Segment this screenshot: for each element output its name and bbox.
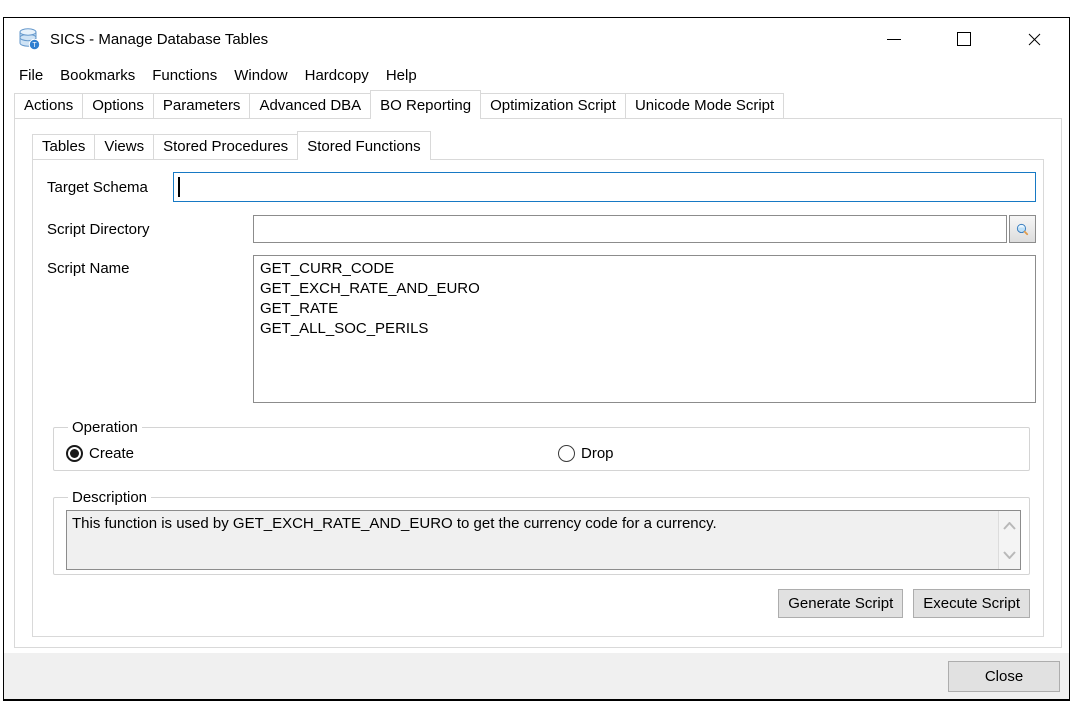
script-name-list[interactable]: GET_CURR_CODE GET_EXCH_RATE_AND_EURO GET… xyxy=(253,255,1036,403)
target-schema-row: Target Schema xyxy=(47,172,1036,202)
radio-unselected-icon xyxy=(558,445,575,462)
description-text: This function is used by GET_EXCH_RATE_A… xyxy=(67,511,1020,534)
minimize-button[interactable] xyxy=(859,18,929,60)
script-actions: Generate Script Execute Script xyxy=(47,589,1030,618)
operation-legend: Operation xyxy=(68,419,142,436)
subtab-views[interactable]: Views xyxy=(94,134,154,159)
script-directory-label: Script Directory xyxy=(47,221,253,238)
menu-help[interactable]: Help xyxy=(386,67,417,84)
execute-script-button[interactable]: Execute Script xyxy=(913,589,1030,618)
database-icon: T xyxy=(16,26,42,52)
window-controls xyxy=(859,18,1069,60)
operation-group: Operation Create Drop xyxy=(53,419,1030,471)
script-directory-input[interactable] xyxy=(253,215,1007,243)
bo-reporting-panel: Tables Views Stored Procedures Stored Fu… xyxy=(14,118,1062,648)
radio-drop[interactable]: Drop xyxy=(558,445,614,462)
description-group: Description This function is used by GET… xyxy=(53,489,1030,575)
menu-functions[interactable]: Functions xyxy=(152,67,217,84)
tab-parameters[interactable]: Parameters xyxy=(153,93,251,118)
window-title: SICS - Manage Database Tables xyxy=(50,31,268,48)
scroll-down-icon[interactable] xyxy=(1003,551,1016,559)
maximize-button[interactable] xyxy=(929,18,999,60)
close-button[interactable]: Close xyxy=(948,661,1060,692)
script-directory-row: Script Directory xyxy=(47,215,1036,243)
sub-tab-strip: Tables Views Stored Procedures Stored Fu… xyxy=(32,131,1061,159)
stored-functions-panel: Target Schema Script Directory xyxy=(32,159,1044,637)
browse-directory-button[interactable] xyxy=(1009,215,1036,243)
target-schema-label: Target Schema xyxy=(47,179,173,196)
scroll-up-icon[interactable] xyxy=(1003,522,1016,530)
menu-file[interactable]: File xyxy=(19,67,43,84)
tab-unicode-mode-script[interactable]: Unicode Mode Script xyxy=(625,93,784,118)
menu-hardcopy[interactable]: Hardcopy xyxy=(305,67,369,84)
generate-script-button[interactable]: Generate Script xyxy=(778,589,903,618)
app-window: T SICS - Manage Database Tables File Boo… xyxy=(3,17,1070,701)
close-window-button[interactable] xyxy=(999,18,1069,60)
list-item[interactable]: GET_ALL_SOC_PERILS xyxy=(260,319,1029,339)
radio-selected-icon xyxy=(66,445,83,462)
target-schema-input[interactable] xyxy=(173,172,1036,202)
svg-text:T: T xyxy=(32,42,37,49)
radio-drop-label: Drop xyxy=(581,445,614,462)
maximize-icon xyxy=(957,32,971,46)
list-item[interactable]: GET_RATE xyxy=(260,299,1029,319)
minimize-icon xyxy=(887,39,901,40)
tab-advanced-dba[interactable]: Advanced DBA xyxy=(249,93,371,118)
tab-actions[interactable]: Actions xyxy=(14,93,83,118)
radio-create-label: Create xyxy=(89,445,134,462)
menu-window[interactable]: Window xyxy=(234,67,287,84)
description-textarea[interactable]: This function is used by GET_EXCH_RATE_A… xyxy=(66,510,1021,570)
main-tab-strip: Actions Options Parameters Advanced DBA … xyxy=(14,90,1069,118)
subtab-stored-procedures[interactable]: Stored Procedures xyxy=(153,134,298,159)
operation-options: Create Drop xyxy=(66,438,1021,468)
list-item[interactable]: GET_CURR_CODE xyxy=(260,259,1029,279)
radio-create[interactable]: Create xyxy=(66,445,134,462)
search-icon xyxy=(1016,220,1029,239)
subtab-stored-functions[interactable]: Stored Functions xyxy=(297,131,430,160)
tab-bo-reporting[interactable]: BO Reporting xyxy=(370,90,481,119)
menu-bar: File Bookmarks Functions Window Hardcopy… xyxy=(4,60,1069,90)
script-name-row: Script Name GET_CURR_CODE GET_EXCH_RATE_… xyxy=(47,255,1036,403)
description-legend: Description xyxy=(68,489,151,506)
script-name-label: Script Name xyxy=(47,255,253,277)
title-bar: T SICS - Manage Database Tables xyxy=(4,18,1069,60)
close-icon xyxy=(1028,33,1041,46)
text-caret xyxy=(178,177,180,197)
tab-optimization-script[interactable]: Optimization Script xyxy=(480,93,626,118)
list-item[interactable]: GET_EXCH_RATE_AND_EURO xyxy=(260,279,1029,299)
subtab-tables[interactable]: Tables xyxy=(32,134,95,159)
tab-options[interactable]: Options xyxy=(82,93,154,118)
menu-bookmarks[interactable]: Bookmarks xyxy=(60,67,135,84)
footer-bar: Close xyxy=(4,653,1069,699)
description-scrollbar[interactable] xyxy=(998,511,1020,569)
